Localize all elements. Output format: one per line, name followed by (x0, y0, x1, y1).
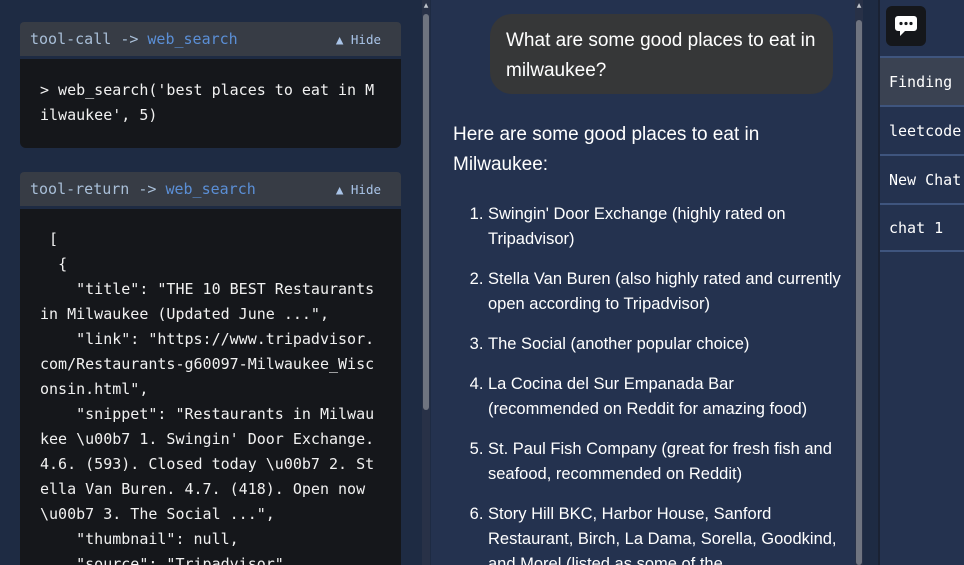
chat-bubble-icon (895, 16, 917, 36)
tool-call-hide-button[interactable]: ▲ Hide (336, 32, 381, 47)
chat-panel-scrollbar[interactable]: ▲ (855, 0, 863, 565)
chat-panel: What are some good places to eat in milw… (431, 0, 855, 565)
list-item: The Social (another popular choice) (488, 332, 843, 357)
list-item: La Cocina del Sur Empanada Bar (recommen… (488, 372, 843, 422)
assistant-message: Here are some good places to eat in Milw… (453, 120, 843, 565)
chat-panel-scroll-thumb[interactable] (856, 20, 862, 565)
tool-return-fn: web_search (165, 180, 256, 198)
tool-return-kind: tool-return (30, 180, 130, 198)
scroll-up-arrow-icon[interactable]: ▲ (855, 2, 863, 10)
user-message-bubble: What are some good places to eat in milw… (490, 14, 833, 94)
new-chat-button[interactable] (886, 6, 926, 46)
tool-panel-scrollbar[interactable]: ▲ (422, 0, 430, 565)
tool-call-fn: web_search (147, 30, 238, 48)
tool-call-card: tool-call -> web_search ▲ Hide > web_sea… (20, 22, 401, 148)
tool-return-arrow: -> (138, 180, 157, 198)
tool-return-title: tool-return -> web_search (30, 180, 256, 198)
list-item: St. Paul Fish Company (great for fresh f… (488, 437, 843, 487)
session-sidebar: Finding leetcode New Chat chat 1 (878, 0, 964, 565)
tool-call-body: > web_search('best places to eat in Milw… (20, 59, 401, 148)
list-item: Swingin' Door Exchange (highly rated on … (488, 202, 843, 252)
tool-panel-scroll-thumb[interactable] (423, 14, 429, 410)
list-item: Stella Van Buren (also highly rated and … (488, 267, 843, 317)
tool-call-arrow: -> (120, 30, 139, 48)
session-item[interactable]: chat 1 (880, 203, 964, 252)
session-list: Finding leetcode New Chat chat 1 (880, 56, 964, 252)
assistant-list: Swingin' Door Exchange (highly rated on … (453, 202, 843, 565)
tool-return-card: tool-return -> web_search ▲ Hide [ { "ti… (20, 172, 401, 565)
tool-call-title: tool-call -> web_search (30, 30, 238, 48)
list-item: Story Hill BKC, Harbor House, Sanford Re… (488, 502, 843, 565)
session-item[interactable]: leetcode (880, 105, 964, 154)
tool-return-header: tool-return -> web_search ▲ Hide (20, 172, 401, 206)
tool-return-hide-button[interactable]: ▲ Hide (336, 182, 381, 197)
tool-call-header: tool-call -> web_search ▲ Hide (20, 22, 401, 56)
assistant-intro: Here are some good places to eat in Milw… (453, 124, 760, 175)
tool-panel: tool-call -> web_search ▲ Hide > web_sea… (0, 0, 420, 565)
tool-return-body: [ { "title": "THE 10 BEST Restaurants in… (20, 209, 401, 565)
scroll-up-arrow-icon[interactable]: ▲ (422, 2, 430, 10)
session-item[interactable]: Finding (880, 56, 964, 105)
session-item[interactable]: New Chat (880, 154, 964, 203)
tool-call-kind: tool-call (30, 30, 112, 48)
